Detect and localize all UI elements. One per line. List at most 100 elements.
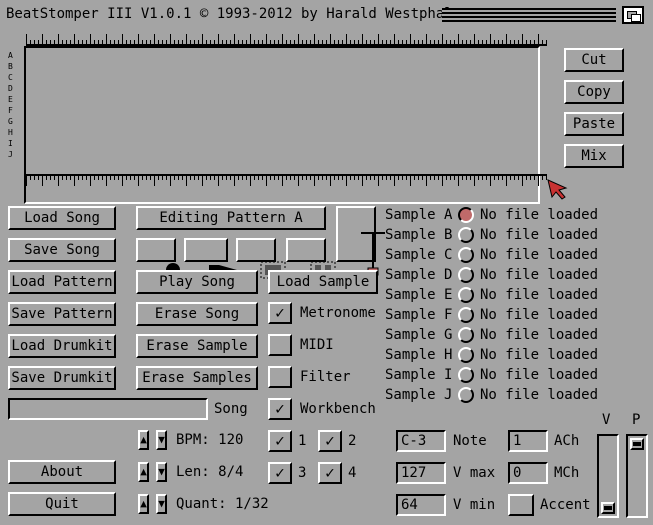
- top-ruler: [22, 30, 547, 46]
- bpm-down-button[interactable]: ▼: [156, 430, 167, 450]
- sample-name: Sample H: [385, 347, 453, 363]
- pan-slider[interactable]: [626, 434, 648, 518]
- quant-value: Quant: 1/32: [176, 496, 269, 512]
- sample-select-radio[interactable]: [458, 347, 474, 363]
- sample-select-radio[interactable]: [458, 307, 474, 323]
- load-song-button[interactable]: Load Song: [8, 206, 116, 230]
- sample-name: Sample I: [385, 367, 453, 383]
- save-pattern-button[interactable]: Save Pattern: [8, 302, 116, 326]
- sample-select-radio[interactable]: [458, 287, 474, 303]
- sample-status: No file loaded: [480, 307, 599, 323]
- option-checkbox-workbench[interactable]: ✓: [268, 398, 292, 420]
- option-label: Filter: [300, 369, 351, 385]
- option-label: Workbench: [300, 401, 376, 417]
- song-label: Song: [214, 401, 248, 417]
- sample-name: Sample E: [385, 287, 453, 303]
- accent-checkbox[interactable]: [508, 494, 534, 516]
- len-value: Len: 8/4: [176, 464, 244, 480]
- vmax-field[interactable]: 127: [396, 462, 446, 484]
- option-checkbox-filter[interactable]: [268, 366, 292, 388]
- sample-select-radio[interactable]: [458, 207, 474, 223]
- sample-status: No file loaded: [480, 247, 599, 263]
- erase-sample-button[interactable]: Erase Sample: [136, 334, 258, 358]
- erase-song-button[interactable]: Erase Song: [136, 302, 258, 326]
- quant-down-button[interactable]: ▼: [156, 494, 167, 514]
- sample-select-radio[interactable]: [458, 327, 474, 343]
- volume-slider[interactable]: [597, 434, 619, 518]
- quit-button[interactable]: Quit: [8, 492, 116, 516]
- sample-status: No file loaded: [480, 347, 599, 363]
- vmax-label: V max: [453, 465, 496, 481]
- song-progress-bar: [8, 398, 208, 420]
- accent-label: Accent: [540, 497, 591, 513]
- save-drumkit-button[interactable]: Save Drumkit: [8, 366, 116, 390]
- len-down-button[interactable]: ▼: [156, 462, 167, 482]
- part-checkbox-1[interactable]: ✓: [268, 430, 292, 452]
- sample-status: No file loaded: [480, 287, 599, 303]
- play-button[interactable]: [184, 238, 237, 275]
- pan-slider-label: P: [632, 412, 641, 428]
- sample-name: Sample F: [385, 307, 453, 323]
- part-label: 4: [348, 465, 357, 481]
- sample-status: No file loaded: [480, 207, 599, 223]
- sample-select-radio[interactable]: [458, 367, 474, 383]
- sample-status: No file loaded: [480, 327, 599, 343]
- note-field[interactable]: C-3: [396, 430, 446, 452]
- sample-volume-gadget[interactable]: [336, 206, 385, 276]
- quant-up-button[interactable]: ▲: [138, 494, 149, 514]
- audio-channel-label: ACh: [554, 433, 580, 449]
- sample-select-radio[interactable]: [458, 227, 474, 243]
- bpm-up-button[interactable]: ▲: [138, 430, 149, 450]
- midi-channel-field[interactable]: 0: [508, 462, 548, 484]
- mix-button[interactable]: Mix: [564, 144, 624, 168]
- sample-select-radio[interactable]: [458, 387, 474, 403]
- sample-select-radio[interactable]: [458, 267, 474, 283]
- volume-slider-label: V: [602, 412, 611, 428]
- save-song-button[interactable]: Save Song: [8, 238, 116, 262]
- sample-name: Sample C: [385, 247, 453, 263]
- load-drumkit-button[interactable]: Load Drumkit: [8, 334, 116, 358]
- len-up-button[interactable]: ▲: [138, 462, 149, 482]
- note-label: Note: [453, 433, 487, 449]
- pan-slider-knob[interactable]: [630, 438, 644, 450]
- sample-name: Sample D: [385, 267, 453, 283]
- option-checkbox-midi[interactable]: [268, 334, 292, 356]
- play-song-button[interactable]: Play Song: [136, 270, 258, 294]
- sample-name: Sample B: [385, 227, 453, 243]
- option-label: MIDI: [300, 337, 334, 353]
- volume-slider-knob[interactable]: [601, 502, 615, 514]
- sample-status: No file loaded: [480, 367, 599, 383]
- window-title: BeatStomper III V1.0.1 © 1993-2012 by Ha…: [6, 6, 453, 22]
- ruler-line: [26, 174, 546, 176]
- part-checkbox-2[interactable]: ✓: [318, 430, 342, 452]
- title-bar-drag-stripes: [442, 8, 616, 22]
- paste-button[interactable]: Paste: [564, 112, 624, 136]
- vmin-field[interactable]: 64: [396, 494, 446, 516]
- sample-name: Sample J: [385, 387, 453, 403]
- pattern-mode-button[interactable]: [236, 238, 286, 279]
- bpm-value: BPM: 120: [176, 432, 244, 448]
- load-sample-button[interactable]: Load Sample: [268, 270, 378, 294]
- about-button[interactable]: About: [8, 460, 116, 484]
- copy-button[interactable]: Copy: [564, 80, 624, 104]
- erase-samples-button[interactable]: Erase Samples: [136, 366, 258, 390]
- part-label: 2: [348, 433, 357, 449]
- sample-name: Sample A: [385, 207, 453, 223]
- midi-channel-label: MCh: [554, 465, 580, 481]
- pattern-editor[interactable]: [22, 30, 547, 204]
- ruler-tick: [546, 40, 547, 46]
- option-checkbox-metronome[interactable]: ✓: [268, 302, 292, 324]
- audio-channel-field[interactable]: 1: [508, 430, 548, 452]
- sample-select-radio[interactable]: [458, 247, 474, 263]
- sample-status: No file loaded: [480, 387, 599, 403]
- bottom-ruler: [22, 174, 547, 188]
- vmin-label: V min: [453, 497, 496, 513]
- load-pattern-button[interactable]: Load Pattern: [8, 270, 116, 294]
- record-button[interactable]: [136, 238, 180, 277]
- loop-mode-button[interactable]: [286, 238, 336, 279]
- part-checkbox-4[interactable]: ✓: [318, 462, 342, 484]
- part-checkbox-3[interactable]: ✓: [268, 462, 292, 484]
- title-bar[interactable]: BeatStomper III V1.0.1 © 1993-2012 by Ha…: [0, 0, 653, 30]
- depth-gadget-icon[interactable]: [622, 6, 644, 24]
- cut-button[interactable]: Cut: [564, 48, 624, 72]
